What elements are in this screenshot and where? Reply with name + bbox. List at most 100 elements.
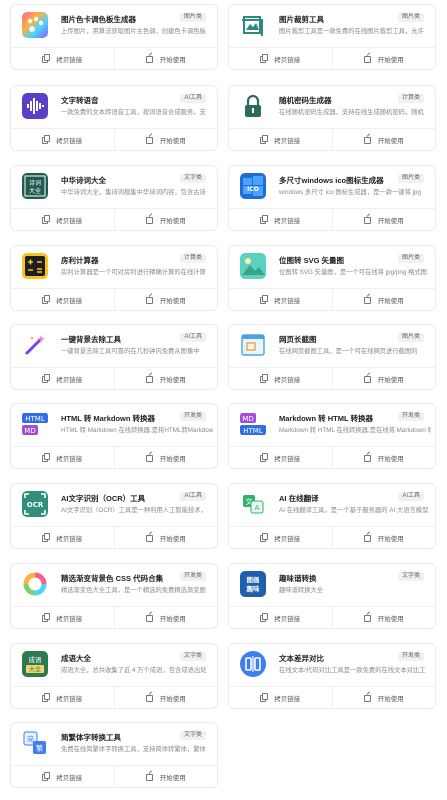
copy-link-button[interactable]: 拷贝链接 [229,527,332,548]
start-use-button[interactable]: 开始使用 [331,447,436,468]
copy-link-button[interactable]: 拷贝链接 [11,368,114,389]
tool-title[interactable]: AI文字识别（OCR）工具 [61,493,145,504]
start-use-button[interactable]: 开始使用 [113,129,218,150]
copy-link-button[interactable]: 拷贝链接 [11,48,114,69]
tool-card[interactable]: 图画 趣味 趣味谐转换 文字类 趣味谐转换大全 拷贝链接 开始使用 [228,563,436,629]
tool-card[interactable]: 随机密码生成器 计算类 在线随机密码生成器，支持在线生成随机密码，随机 拷贝链接 开始使… [228,85,436,151]
tool-card[interactable]: 成语 大全 成语大全 文字类 成语大全，总共收集了近 4 万个成语，包含成语出处 拷贝链接… [10,643,218,709]
tool-card[interactable]: 简繁 简繁体字转换工具 文字类 免费在线简繁体字转换工具，支持简体转繁体，繁体 拷贝链接… [10,722,218,788]
start-use-button[interactable]: 开始使用 [113,766,218,787]
start-use-button[interactable]: 开始使用 [113,447,218,468]
tool-title[interactable]: 图片色卡调色板生成器 [61,14,136,25]
copy-link-button[interactable]: 拷贝链接 [229,289,332,310]
tool-title[interactable]: 中华诗词大全 [61,175,106,186]
start-use-button[interactable]: 开始使用 [331,368,436,389]
external-link-icon [363,694,371,702]
tool-title[interactable]: 随机密码生成器 [279,95,332,106]
start-use-button[interactable]: 开始使用 [113,527,218,548]
start-use-label: 开始使用 [377,695,404,703]
start-use-button[interactable]: 开始使用 [331,289,436,310]
tool-card[interactable]: 精选渐变背景色 CSS 代码合集 开发类 精选渐变色大全工具，是一个精选的免费精选渐… [10,563,218,629]
start-use-label: 开始使用 [159,376,186,384]
tool-card[interactable]: 文 A AI 在线翻译 AI工具 AI 在线翻译工具，是一个基于服务器的 AI 大语言模… [228,483,436,549]
copy-link-button[interactable]: 拷贝链接 [229,607,332,628]
copy-link-button[interactable]: 拷贝链接 [11,607,114,628]
tool-card[interactable]: OCR AI文字识别（OCR）工具 AI工具 AI文字识别（OCR）工具是一种利用人工… [10,483,218,549]
copy-link-button[interactable]: 拷贝链接 [229,368,332,389]
tool-title[interactable]: HTML 转 Markdown 转换器 [61,413,155,424]
tool-card[interactable]: 文字转语音 AI工具 一款免费的文本转语音工具，按词语音合成服务，支 拷贝链接 开始使用 [10,85,218,151]
category-badge: 图片类 [397,254,424,263]
tool-card-header: MD HTML Markdown 转 HTML 转换器 开发类 Markdown 转 H… [229,404,435,448]
tool-card[interactable]: 网页长截图 图片类 在线网页截图工具，是一个可在线网页进行截图的 拷贝链接 开始使用 [228,324,436,390]
tool-title[interactable]: 趣味谐转换 [279,573,317,584]
start-use-button[interactable]: 开始使用 [331,687,436,708]
tool-title[interactable]: Markdown 转 HTML 转换器 [279,413,373,424]
copy-icon [260,54,269,63]
tools-page: 图片色卡调色板生成器 图片类 上传图片，用算法获取图片主色调，创建色卡调色板 拷贝链接… [0,0,447,800]
tool-card[interactable]: 一键背景去除工具 AI工具 一键背景去除工具可靠的在几秒钟内免费从图像中 拷贝链接 开始… [10,324,218,390]
tool-title[interactable]: 一键背景去除工具 [61,334,121,345]
copy-link-button[interactable]: 拷贝链接 [229,209,332,230]
start-use-button[interactable]: 开始使用 [113,48,218,69]
tool-actions: 拷贝链接 开始使用 [229,606,435,628]
start-use-button[interactable]: 开始使用 [331,129,436,150]
copy-link-button[interactable]: 拷贝链接 [11,687,114,708]
tool-title[interactable]: 文本差异对比 [279,653,324,664]
copy-link-button[interactable]: 拷贝链接 [229,687,332,708]
start-use-button[interactable]: 开始使用 [331,527,436,548]
tool-card[interactable]: 文本差异对比 开发类 在线文本/代码对比工具是一款免费的在线文本对比工 拷贝链接 开始使… [228,643,436,709]
copy-link-button[interactable]: 拷贝链接 [11,289,114,310]
tool-title[interactable]: 房利计算器 [61,255,99,266]
copy-link-label: 拷贝链接 [274,695,301,703]
tool-card[interactable]: 位图转 SVG 矢量图 图片类 位图转 SVG 矢量图，是一个可在线将 jpg/pn… [228,245,436,311]
copy-link-button[interactable]: 拷贝链接 [229,447,332,468]
start-use-label: 开始使用 [159,137,186,145]
tool-title[interactable]: 文字转语音 [61,95,99,106]
start-use-button[interactable]: 开始使用 [331,607,436,628]
start-use-button[interactable]: 开始使用 [331,48,436,69]
tool-card[interactable]: 图片裁剪工具 图片类 图片裁剪工具是一款免费的在线图片裁剪工具，允许 拷贝链接 开始使用 [228,4,436,70]
copy-link-button[interactable]: 拷贝链接 [11,209,114,230]
start-use-button[interactable]: 开始使用 [331,209,436,230]
copy-link-button[interactable]: 拷贝链接 [11,766,114,787]
tool-description: 成语大全，总共收集了近 4 万个成语，包含成语出处 [61,667,207,674]
external-link-icon [145,694,153,702]
copy-link-button[interactable]: 拷贝链接 [229,129,332,150]
tool-title[interactable]: 网页长截图 [279,334,317,345]
copy-icon [42,453,51,462]
tool-card[interactable]: MD HTML Markdown 转 HTML 转换器 开发类 Markdown 转 H… [228,403,436,469]
copy-link-button[interactable]: 拷贝链接 [11,447,114,468]
tool-title[interactable]: 成语大全 [61,653,91,664]
tool-card[interactable]: 图片色卡调色板生成器 图片类 上传图片，用算法获取图片主色调，创建色卡调色板 拷贝链接… [10,4,218,70]
palette-icon [22,12,48,38]
tool-title[interactable]: 简繁体字转换工具 [61,732,121,743]
tool-card[interactable]: HTML MD HTML 转 Markdown 转换器 开发类 HTML 转 Markd… [10,403,218,469]
external-link-icon [363,216,371,224]
copy-link-button[interactable]: 拷贝链接 [11,129,114,150]
start-use-button[interactable]: 开始使用 [113,607,218,628]
tool-title[interactable]: 位图转 SVG 矢量图 [279,255,344,266]
start-use-button[interactable]: 开始使用 [113,289,218,310]
tool-card[interactable]: 诗词 大全 中华诗词大全 文字类 中华诗词大全，集诗词搜集中华诗词内容，包含古诗 拷贝链接… [10,165,218,231]
tool-title[interactable]: 图片裁剪工具 [279,14,324,25]
external-link-icon [145,534,153,542]
tool-card[interactable]: ICO 多尺寸windows ico图标生成器 图片类 windows 多尺寸 ico… [228,165,436,231]
lock-icon [240,93,266,119]
svg-text:HTML: HTML [25,415,45,423]
copy-link-button[interactable]: 拷贝链接 [11,527,114,548]
external-link-icon [145,136,153,144]
external-link-icon [363,614,371,622]
start-use-button[interactable]: 开始使用 [113,368,218,389]
tool-title[interactable]: 多尺寸windows ico图标生成器 [279,175,384,186]
tool-actions: 拷贝链接 开始使用 [229,47,435,69]
tool-actions: 拷贝链接 开始使用 [11,526,217,548]
tool-title[interactable]: 精选渐变背景色 CSS 代码合集 [61,573,163,584]
start-use-button[interactable]: 开始使用 [113,687,218,708]
start-use-button[interactable]: 开始使用 [113,209,218,230]
tool-title[interactable]: AI 在线翻译 [279,493,319,504]
copy-link-button[interactable]: 拷贝链接 [229,48,332,69]
tool-description: AI 在线翻译工具，是一个基于服务器的 AI 大语言模型 [279,507,429,514]
tool-actions: 拷贝链接 开始使用 [11,47,217,69]
tool-card[interactable]: 房利计算器 计算类 房利计算器是一个可对房利进行精确计算的在线计算 拷贝链接 开始使用 [10,245,218,311]
